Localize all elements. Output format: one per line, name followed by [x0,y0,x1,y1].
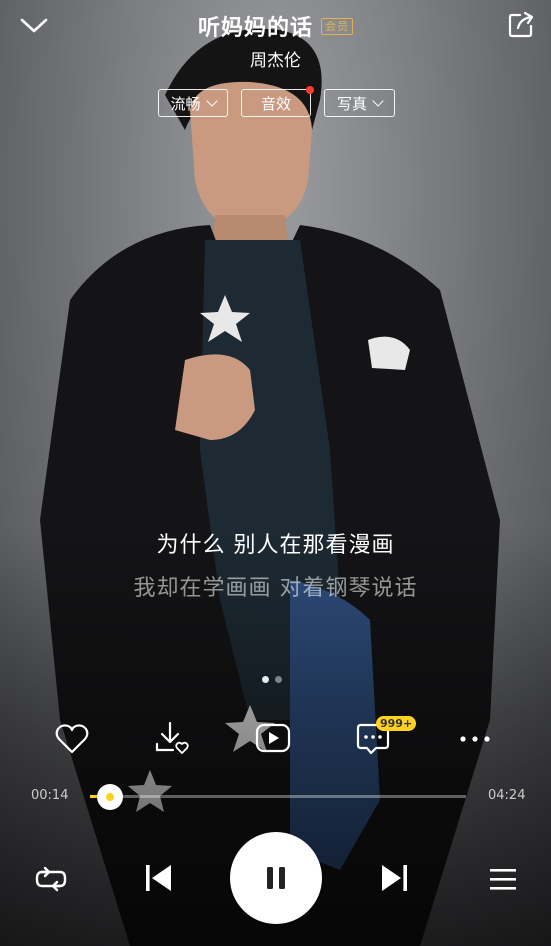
previous-button[interactable] [138,858,178,898]
next-button[interactable] [375,858,415,898]
progress-slider[interactable] [90,784,466,810]
like-button[interactable] [52,720,92,758]
next-icon [382,865,407,891]
quality-label: 流畅 [170,94,201,113]
quality-select[interactable]: 流畅 [158,89,228,117]
sound-effect-button[interactable]: 音效 [241,86,314,117]
lyric-next[interactable]: 我却在学画画 对着钢琴说话 [0,570,551,602]
album-artwork [40,28,500,946]
progress-thumb[interactable] [96,784,123,810]
lyric-current[interactable]: 为什么 别人在那看漫画 [0,527,551,559]
playlist-icon [490,869,516,890]
vip-badge: 会员 [321,17,353,35]
playlist-button[interactable] [483,860,523,898]
portrait-select[interactable]: 写真 [324,89,395,117]
chevron-down-icon [372,95,384,107]
sound-effect-label: 音效 [260,94,291,113]
page-dot-active [262,676,269,683]
mv-button[interactable] [253,720,293,756]
artist-name[interactable]: 周杰伦 [0,46,551,71]
page-dot [275,676,282,683]
heart-icon [55,724,89,754]
more-icon [460,736,490,742]
download-icon [155,721,189,755]
pause-icon [267,867,285,889]
share-button[interactable] [503,8,539,42]
repeat-icon [35,866,67,892]
share-icon [508,11,534,38]
player-screen: 听妈妈的话 会员 周杰伦 流畅 音效 写真 为什么 别人在那看漫画 我却在学画画… [0,0,551,946]
repeat-button[interactable] [30,860,72,898]
chevron-down-icon [205,95,218,107]
portrait-label: 写真 [336,94,367,113]
pause-button[interactable] [230,832,322,924]
thumb-dot [105,793,114,801]
song-title-row: 听妈妈的话 会员 [0,10,551,42]
more-button[interactable] [455,722,495,756]
total-time: 04:24 [488,788,526,803]
page-indicator [262,676,282,683]
previous-icon [146,865,171,891]
video-icon [255,723,291,753]
elapsed-time: 00:14 [31,788,69,803]
notification-dot [306,86,314,94]
song-title: 听妈妈的话 [197,16,313,41]
download-button[interactable] [152,718,192,758]
comment-count-badge: 999+ [376,716,417,731]
